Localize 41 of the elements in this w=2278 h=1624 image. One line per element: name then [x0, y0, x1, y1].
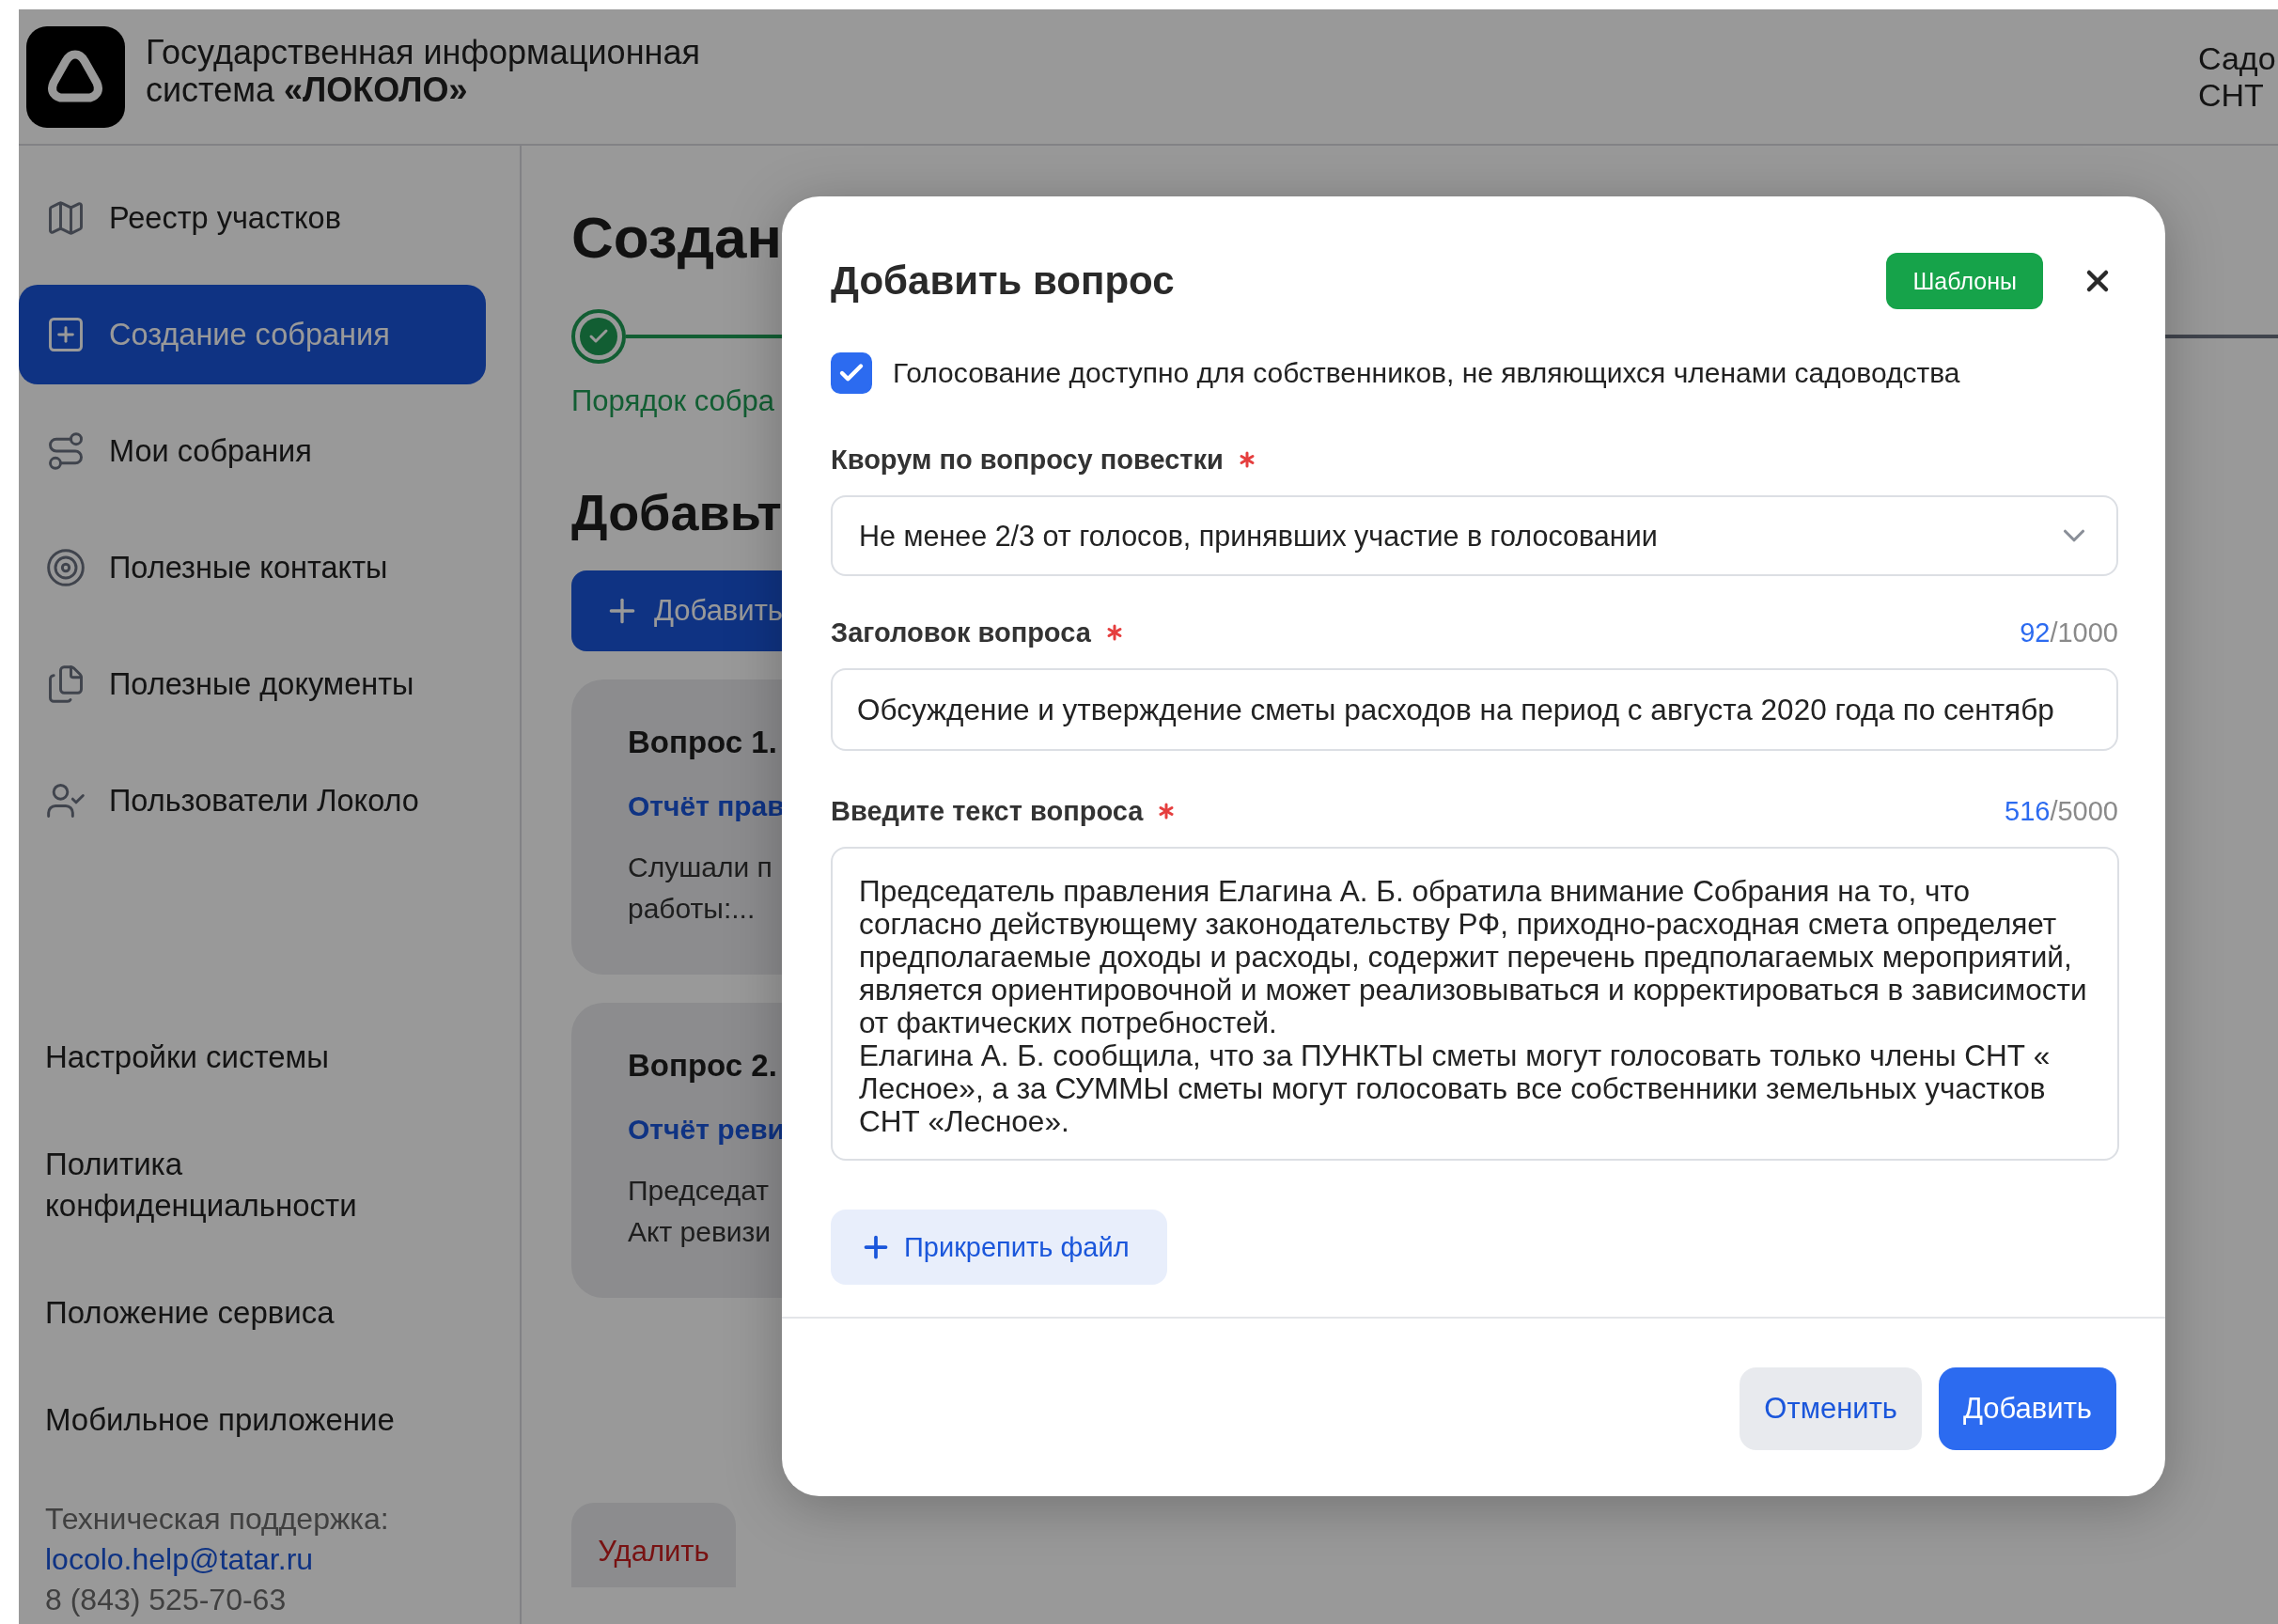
sidebar-link[interactable]: Мобильное приложение [45, 1399, 395, 1441]
sidebar-item[interactable]: Полезные контакты [19, 518, 486, 617]
sidebar-link[interactable]: Настройки системы [45, 1037, 329, 1078]
section-heading: Добавьт [571, 484, 782, 540]
sidebar-item[interactable]: Реестр участков [19, 168, 486, 268]
logo-icon [26, 25, 125, 128]
support-phone: 8 (843) 525-70-63 [45, 1582, 287, 1618]
checkbox[interactable] [831, 352, 872, 394]
system-name: Государственная информационная система «ЛОКОЛО» [146, 33, 701, 111]
page-title: Создан [571, 204, 782, 272]
question-title: Вопрос 1. [628, 725, 777, 760]
sidebar-link[interactable]: Положение сервиса [45, 1292, 335, 1334]
submit-button[interactable]: Добавить [1939, 1366, 2116, 1450]
attach-file-button[interactable]: Прикрепить файл [831, 1210, 1167, 1285]
target-icon [45, 547, 86, 588]
question-text: Председат Акт ревизи [628, 1174, 772, 1249]
char-counter: 92/1000 [2020, 617, 2118, 648]
field-label: Кворум по вопросу повестки [831, 444, 1224, 476]
question-text-field[interactable]: Председатель правления Елагина А. Б. обратила внимание Собрания на то, что согласно действующему законодательству РФ, приходно-расходная смета определяет предполагаемые доходы и расходы, содержит перечень предполагаемых мероприятий, является ориентировочной и может реализовываться и корректироваться в зависимости от фактических потребностей. Елагина А. Б. сообщила, что за ПУНКТЫ сметы могут голосовать только члены СНТ « Лесное», а за СУММЫ сметы могут голосовать все собственники земельных участков СНТ «Лесное». [831, 847, 2119, 1161]
question-text: Слушали п работы:... [628, 851, 772, 926]
checkbox-label: Голосование доступно для собственников, не являющихся членами садоводства [893, 357, 1960, 389]
step-label: Порядок собра [571, 384, 775, 418]
delete-button[interactable]: Удалить [571, 1503, 736, 1587]
cancel-button[interactable]: Отменить [1740, 1366, 1922, 1450]
question-title: Вопрос 2. [628, 1048, 777, 1084]
field-label: Введите текст вопроса [831, 795, 1144, 827]
sidebar-item[interactable]: Мои собрания [19, 401, 486, 501]
question-title-field[interactable]: Обсуждение и утверждение сметы расходов на период с августа 2020 года по сентябр [831, 668, 2118, 751]
support-label: Техническая поддержка: [45, 1501, 389, 1538]
organization-name: СНТ [2198, 76, 2265, 114]
sidebar-item[interactable]: Полезные документы [19, 634, 486, 734]
organization-name: Садо [2198, 39, 2277, 77]
char-counter: 516/5000 [2005, 795, 2118, 827]
support-email-link[interactable]: locolo.help@tatar.ru [45, 1539, 314, 1580]
sidebar-link[interactable]: Политика конфиденциальности [45, 1144, 440, 1226]
sidebar-item[interactable]: Создание собрания [19, 285, 486, 384]
templates-button[interactable]: Шаблоны [1886, 253, 2043, 309]
quorum-select[interactable]: Не менее 2/3 от голосов, принявших участие в голосовании [831, 495, 2118, 576]
sidebar-item[interactable]: Пользователи Локоло [19, 751, 486, 851]
question-link[interactable]: Отчёт прав [628, 790, 785, 822]
dialog-title: Добавить вопрос [831, 258, 1176, 304]
